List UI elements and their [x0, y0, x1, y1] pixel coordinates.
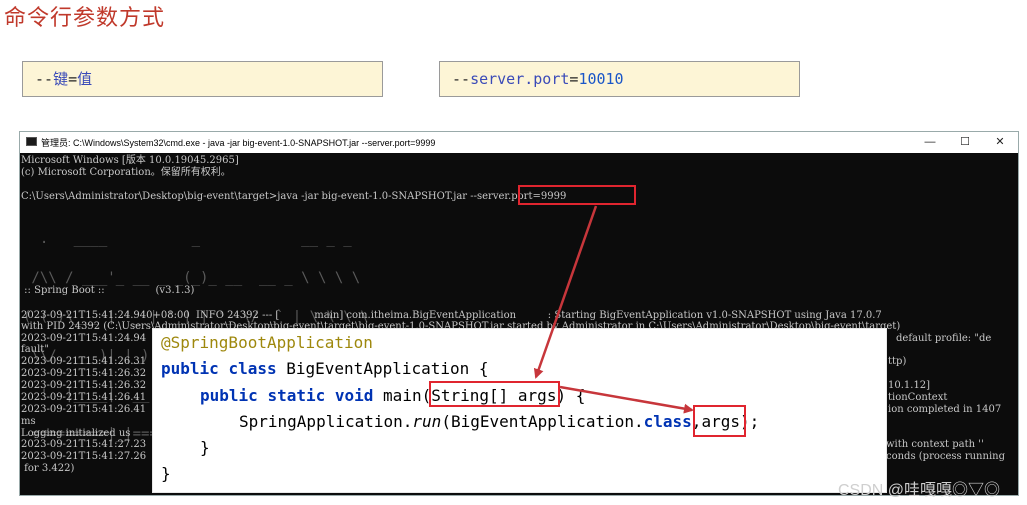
watermark: CSDN @哇嘎嘎◎▽◎ [838, 482, 1001, 499]
arrow-icon [533, 205, 694, 414]
